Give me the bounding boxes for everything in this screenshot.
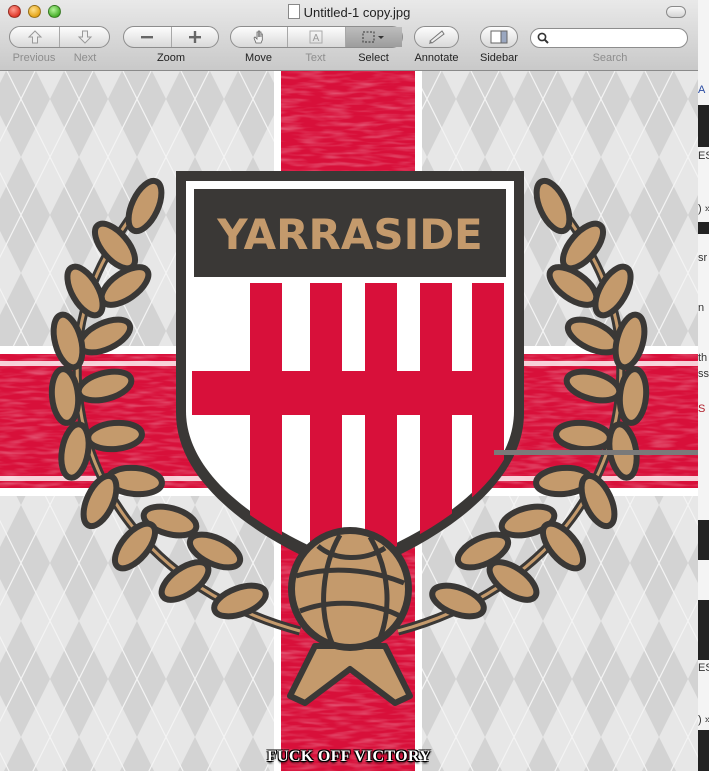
text-label: Text bbox=[305, 52, 326, 64]
select-label: Select bbox=[358, 52, 389, 64]
image-canvas[interactable]: YARRASIDE bbox=[0, 71, 698, 771]
fragment-text: S bbox=[698, 403, 706, 415]
text-tool-button[interactable]: A bbox=[288, 27, 346, 47]
annotate-label: Annotate bbox=[414, 52, 459, 64]
text-tool-icon: A bbox=[309, 30, 323, 44]
select-tool-button[interactable] bbox=[345, 27, 402, 47]
toolbar-toggle-button[interactable] bbox=[666, 6, 686, 18]
preview-window: Untitled-1 copy.jpg Previous Next Zoom A… bbox=[0, 0, 698, 771]
sidebar-label: Sidebar bbox=[480, 52, 518, 64]
svg-text:A: A bbox=[313, 33, 320, 44]
search-label: Search bbox=[592, 52, 628, 64]
down-arrow-icon bbox=[77, 30, 92, 44]
window-title: Untitled-1 copy.jpg bbox=[303, 5, 411, 20]
crest-name: YARRASIDE bbox=[216, 210, 483, 259]
zoom-group bbox=[123, 26, 219, 48]
previous-button[interactable] bbox=[10, 27, 60, 47]
search-icon bbox=[537, 32, 549, 44]
annotate-button[interactable] bbox=[414, 26, 459, 48]
crest-image: YARRASIDE bbox=[0, 71, 698, 771]
fragment-text: n bbox=[698, 302, 705, 314]
previous-label: Previous bbox=[12, 52, 56, 64]
fragment-text: ES bbox=[698, 150, 709, 162]
search-input[interactable] bbox=[553, 30, 685, 48]
fragment-text: th bbox=[698, 352, 708, 364]
fragment-text: ) » bbox=[698, 203, 709, 215]
select-rect-icon bbox=[362, 31, 384, 43]
thumbnail-image[interactable] bbox=[698, 105, 709, 147]
thumbnail-image[interactable] bbox=[698, 730, 709, 771]
up-arrow-icon bbox=[27, 30, 42, 44]
prev-next-group bbox=[9, 26, 110, 48]
annotate-part[interactable] bbox=[415, 27, 458, 47]
move-tool-button[interactable] bbox=[231, 27, 289, 47]
sidebar-icon bbox=[490, 30, 508, 44]
fragment-text: sr bbox=[698, 252, 708, 264]
zoom-out-icon bbox=[141, 36, 154, 39]
fragment-text: ES bbox=[698, 662, 709, 674]
zoom-out-button[interactable] bbox=[124, 27, 172, 47]
toolbar: Untitled-1 copy.jpg Previous Next Zoom A… bbox=[0, 0, 698, 71]
window-title-area: Untitled-1 copy.jpg bbox=[0, 4, 698, 20]
zoom-label: Zoom bbox=[156, 52, 186, 64]
thumbnail-image[interactable] bbox=[698, 222, 709, 234]
hand-icon bbox=[253, 30, 263, 44]
zoom-in-icon bbox=[188, 31, 201, 43]
tool-group: A bbox=[230, 26, 403, 48]
next-label: Next bbox=[73, 52, 97, 64]
move-label: Move bbox=[245, 52, 272, 64]
background-window-fragment[interactable]: A ES ) » sr n th ss S ES ) » bbox=[698, 0, 709, 771]
fragment-text: ) » bbox=[698, 714, 709, 726]
next-button[interactable] bbox=[60, 27, 109, 47]
sidebar-part[interactable] bbox=[481, 27, 517, 47]
pencil-icon bbox=[428, 30, 445, 44]
image-caption: FUCK OFF VICTORY bbox=[267, 748, 431, 765]
sidebar-button[interactable] bbox=[480, 26, 518, 48]
zoom-in-button[interactable] bbox=[172, 27, 219, 47]
thumbnail-image[interactable] bbox=[698, 600, 709, 660]
thumbnail-image[interactable] bbox=[698, 520, 709, 560]
search-field[interactable] bbox=[530, 28, 688, 48]
fragment-text: A bbox=[698, 84, 706, 96]
document-icon[interactable] bbox=[287, 4, 300, 19]
fragment-text: ss bbox=[698, 368, 709, 380]
